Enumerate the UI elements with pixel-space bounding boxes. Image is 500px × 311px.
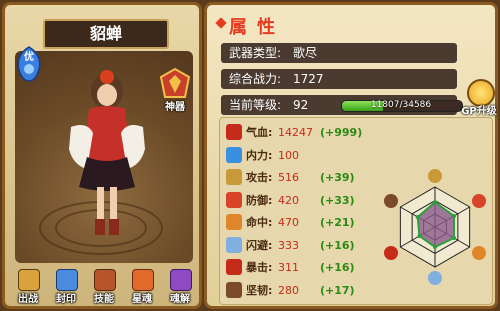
seal-label: 封印 <box>56 294 76 305</box>
weapon-type-row: 武器类型: 歌尽 <box>221 43 457 63</box>
attributes-title: 属性 <box>229 17 285 38</box>
stat-label: 内力: <box>246 148 273 162</box>
power-row: 综合战力: 1727 <box>221 69 457 89</box>
skill-book-icon <box>94 269 116 291</box>
soul-release-button[interactable]: 魂解 <box>163 267 197 305</box>
weapon-type-value: 歌尽 <box>293 46 318 60</box>
stat-row: 坚韧: 280 (+17) <box>224 280 374 302</box>
radar-point <box>415 215 420 219</box>
deploy-label: 出战 <box>18 294 38 305</box>
stat-value: 333 <box>278 238 299 252</box>
hero-figure <box>69 70 145 235</box>
mana-drop-icon <box>226 146 242 163</box>
hero-panel: 貂蝉 优 神器 出战 封印 技能 星魂 魂解 <box>2 2 202 309</box>
attributes-panel: 属性 武器类型: 歌尽 综合战力: 1727 当前等级: 92 11807/34… <box>204 2 498 309</box>
stat-bonus: (+999) <box>320 126 363 139</box>
target-icon <box>226 214 242 230</box>
seal-button[interactable]: 封印 <box>49 267 83 305</box>
star-soul-icon <box>132 269 154 291</box>
radar-attack-icon <box>428 168 442 183</box>
title-ornament <box>215 17 227 29</box>
radar-point <box>433 200 437 205</box>
stat-label: 气血: <box>246 126 273 139</box>
weapon-type-label: 武器类型: <box>229 46 282 60</box>
stat-label: 命中: <box>246 216 273 229</box>
radar-toughness-icon <box>383 194 398 209</box>
stat-bonus: (+33) <box>320 193 355 207</box>
stat-bonus: (+16) <box>320 261 355 274</box>
stat-label: 闪避: <box>246 238 273 252</box>
dodge-icon <box>226 236 242 253</box>
level-label: 当前等级: <box>229 98 282 112</box>
seal-icon <box>56 269 78 291</box>
stat-bonus: (+21) <box>320 216 355 229</box>
stat-label: 暴击: <box>246 261 273 274</box>
skill-label: 技能 <box>94 294 114 305</box>
stat-bonus: (+16) <box>320 238 355 252</box>
stat-value: 420 <box>278 193 299 207</box>
stat-label: 防御: <box>246 193 273 207</box>
stat-value: 14247 <box>278 126 313 139</box>
artifact-label: 神器 <box>165 102 185 113</box>
stat-row: 闪避: 333 (+16) <box>224 235 374 257</box>
stat-row: 防御: 420 (+33) <box>224 190 374 212</box>
radar-hit-icon <box>472 245 487 260</box>
stat-value: 311 <box>278 261 299 274</box>
power-label: 综合战力: <box>229 72 282 86</box>
stat-value: 280 <box>278 283 299 297</box>
artifact-icon <box>159 67 191 98</box>
radar-point <box>452 214 457 218</box>
stat-value: 516 <box>278 171 299 184</box>
artifact-button[interactable]: 神器 <box>155 67 195 113</box>
stat-bonus: (+39) <box>320 171 355 184</box>
star-soul-button[interactable]: 星魂 <box>125 267 159 305</box>
level-row: 当前等级: 92 11807/34586 <box>221 95 463 115</box>
shield-icon <box>226 191 242 208</box>
skill-button[interactable]: 技能 <box>87 267 121 305</box>
toughness-icon <box>226 281 242 298</box>
stat-row: 命中: 470 (+21) <box>224 212 374 234</box>
crit-fist-icon <box>226 259 242 275</box>
stat-bonus: (+17) <box>320 283 355 297</box>
deploy-button[interactable]: 出战 <box>11 267 45 305</box>
radar-point <box>452 236 457 240</box>
hero-action-bar: 出战 封印 技能 星魂 魂解 <box>11 267 197 305</box>
gp-upgrade-label: GP升级 <box>461 106 497 117</box>
stat-row: 内力: 100 <box>224 145 374 167</box>
stat-row: 攻击: 516 (+39) <box>224 167 374 189</box>
soul-release-icon <box>170 269 192 291</box>
blood-cross-icon <box>226 124 242 140</box>
power-value: 1727 <box>293 72 324 86</box>
star-soul-label: 星魂 <box>132 294 152 305</box>
exp-text: 11807/34586 <box>370 100 432 110</box>
radar-point <box>433 245 437 249</box>
stat-label: 攻击: <box>246 171 273 184</box>
sword-icon <box>226 169 242 185</box>
soul-release-label: 魂解 <box>170 294 190 305</box>
stat-value: 100 <box>278 148 299 162</box>
stats-box: 气血: 14247 (+999) 内力: 100 攻击: 516 (+39) 防御: 420 (+3… <box>219 117 493 305</box>
stat-label: 坚韧: <box>246 283 273 297</box>
stat-value: 470 <box>278 216 299 229</box>
optimize-badge-icon[interactable]: 优 <box>13 45 45 85</box>
deploy-icon <box>18 269 40 291</box>
hero-name: 貂蝉 <box>43 19 169 49</box>
radar-point <box>417 234 422 238</box>
gp-upgrade-button[interactable]: GP升级 <box>461 79 497 117</box>
stat-row: 暴击: 311 (+16) <box>224 257 374 279</box>
radar-crit-icon <box>383 245 398 260</box>
level-value: 92 <box>293 98 309 112</box>
stat-row: 气血: 14247 (+999) <box>224 122 374 144</box>
optimize-badge-label: 优 <box>24 50 34 63</box>
